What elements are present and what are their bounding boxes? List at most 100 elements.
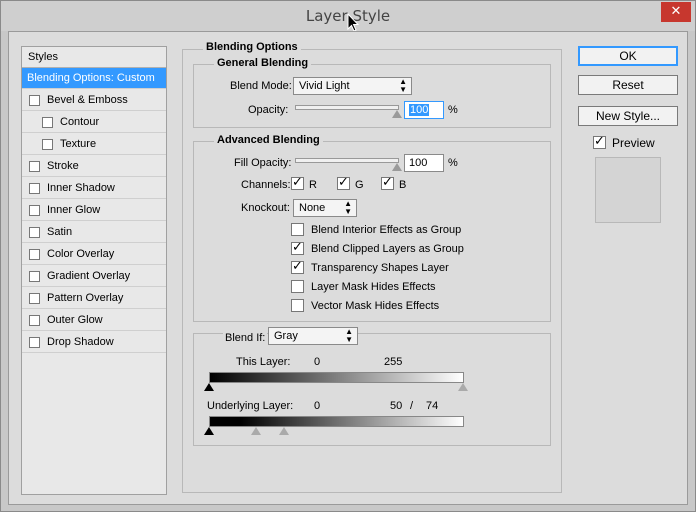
reset-button[interactable]: Reset (578, 75, 678, 95)
styles-header[interactable]: Styles (22, 47, 166, 68)
style-checkbox[interactable] (29, 95, 40, 106)
style-item-label: Color Overlay (47, 248, 115, 260)
style-checkbox[interactable] (42, 117, 53, 128)
style-item[interactable]: Texture (22, 134, 166, 155)
style-checkbox[interactable] (29, 271, 40, 282)
style-checkbox[interactable] (29, 293, 40, 304)
style-item-label: Inner Glow (47, 204, 101, 216)
underlying-split-slider-a[interactable] (251, 427, 261, 435)
advanced-option-label[interactable]: Blend Clipped Layers as Group (311, 243, 464, 255)
blend-if-select[interactable]: Gray ▲ ▼ (268, 327, 358, 345)
blend-if-value: Gray (274, 330, 298, 342)
underlying-separator: / (410, 400, 414, 412)
advanced-option-checkbox[interactable] (291, 280, 304, 293)
style-item[interactable]: Gradient Overlay (22, 266, 166, 287)
style-checkbox[interactable] (42, 139, 53, 150)
style-item-label: Contour (60, 116, 100, 128)
channel-checkbox[interactable] (337, 175, 350, 190)
blend-mode-value: Vivid Light (299, 80, 350, 92)
blend-if-group: Blend If: Gray ▲ ▼ This Layer: 0 255 Unde… (193, 327, 551, 446)
style-checkbox[interactable] (29, 249, 40, 260)
style-item[interactable]: Inner Glow (22, 200, 166, 221)
ok-button[interactable]: OK (578, 46, 678, 66)
advanced-option-checkbox[interactable] (291, 240, 304, 255)
opacity-input[interactable]: 100 (404, 101, 444, 119)
preview-label[interactable]: Preview (612, 136, 655, 150)
this-layer-black-slider[interactable] (204, 383, 214, 391)
style-item[interactable]: Stroke (22, 156, 166, 177)
style-item[interactable]: Inner Shadow (22, 178, 166, 199)
opacity-slider-thumb[interactable] (392, 110, 402, 118)
fill-opacity-label: Fill Opacity: (234, 157, 292, 169)
channel-checkbox[interactable] (291, 175, 304, 190)
this-layer-high-value: 255 (384, 356, 403, 368)
style-item[interactable]: Satin (22, 222, 166, 243)
underlying-high-a-value: 50 (390, 400, 403, 412)
style-checkbox[interactable] (29, 183, 40, 194)
style-item[interactable]: Color Overlay (22, 244, 166, 265)
style-item[interactable]: Pattern Overlay (22, 288, 166, 309)
style-item-label: Blending Options: Custom (27, 72, 155, 84)
knockout-select[interactable]: None ▲ ▼ (293, 199, 357, 217)
knockout-value: None (299, 202, 326, 214)
style-checkbox[interactable] (29, 315, 40, 326)
blend-mode-label: Blend Mode: (230, 80, 292, 92)
fill-opacity-slider-track[interactable] (295, 158, 399, 163)
fill-opacity-value: 100 (409, 157, 428, 169)
style-checkbox[interactable] (29, 337, 40, 348)
layer-style-dialog: Layer Style ✕ Styles Blending Options: C… (0, 0, 696, 512)
channel-label[interactable]: B (399, 179, 406, 191)
dialog-body: Styles Blending Options: Custom Bevel & E… (8, 31, 688, 505)
style-item-label: Inner Shadow (47, 182, 115, 194)
this-layer-low-value: 0 (314, 356, 321, 368)
underlying-layer-label: Underlying Layer: (207, 400, 294, 412)
knockout-label: Knockout: (241, 202, 290, 214)
advanced-option-checkbox[interactable] (291, 223, 304, 236)
underlying-split-slider-b[interactable] (279, 427, 289, 435)
fill-opacity-unit: % (448, 157, 458, 169)
style-item[interactable]: Blending Options: Custom (22, 68, 166, 89)
title-bar[interactable]: Layer Style ✕ (1, 1, 695, 32)
underlying-black-slider[interactable] (204, 427, 214, 435)
style-item-label: Stroke (47, 160, 79, 172)
style-item-label: Gradient Overlay (47, 270, 131, 282)
channel-checkbox[interactable] (381, 175, 394, 190)
advanced-option-label[interactable]: Transparency Shapes Layer (311, 262, 449, 274)
style-checkbox[interactable] (29, 161, 40, 172)
style-item-label: Outer Glow (47, 314, 103, 326)
style-item[interactable]: Bevel & Emboss (22, 90, 166, 111)
channel-label[interactable]: G (355, 179, 364, 191)
opacity-unit: % (448, 104, 458, 116)
style-item-label: Pattern Overlay (47, 292, 124, 304)
fill-opacity-slider-thumb[interactable] (392, 163, 402, 171)
channels-label: Channels: (241, 179, 291, 191)
style-item[interactable]: Outer Glow (22, 310, 166, 331)
style-checkbox[interactable] (29, 227, 40, 238)
blend-mode-select[interactable]: Vivid Light ▲ ▼ (293, 77, 412, 95)
close-button[interactable]: ✕ (661, 2, 691, 22)
advanced-option-checkbox[interactable] (291, 299, 304, 312)
channel-label[interactable]: R (309, 179, 317, 191)
style-item[interactable]: Drop Shadow (22, 332, 166, 353)
advanced-blending-title: Advanced Blending (214, 134, 323, 146)
advanced-option-label[interactable]: Blend Interior Effects as Group (311, 224, 461, 236)
opacity-value: 100 (409, 104, 430, 116)
opacity-label: Opacity: (248, 104, 289, 116)
preview-checkbox[interactable] (593, 134, 606, 149)
updown-arrows-icon: ▲ ▼ (345, 327, 353, 344)
new-style-button[interactable]: New Style... (578, 106, 678, 126)
underlying-low-value: 0 (314, 400, 321, 412)
this-layer-white-slider[interactable] (458, 383, 468, 391)
advanced-option-label[interactable]: Vector Mask Hides Effects (311, 300, 439, 312)
style-item-label: Bevel & Emboss (47, 94, 128, 106)
style-checkbox[interactable] (29, 205, 40, 216)
advanced-option-checkbox[interactable] (291, 259, 304, 274)
general-blending-title: General Blending (214, 57, 312, 69)
advanced-blending-group: Advanced Blending Fill Opacity: 100 % Ch… (193, 134, 551, 322)
advanced-option-label[interactable]: Layer Mask Hides Effects (311, 281, 436, 293)
opacity-slider-track[interactable] (295, 105, 399, 110)
general-blending-group: General Blending Blend Mode: Vivid Light… (193, 57, 551, 128)
blend-if-label: Blend If: (223, 332, 268, 344)
style-item[interactable]: Contour (22, 112, 166, 133)
fill-opacity-input[interactable]: 100 (404, 154, 444, 172)
